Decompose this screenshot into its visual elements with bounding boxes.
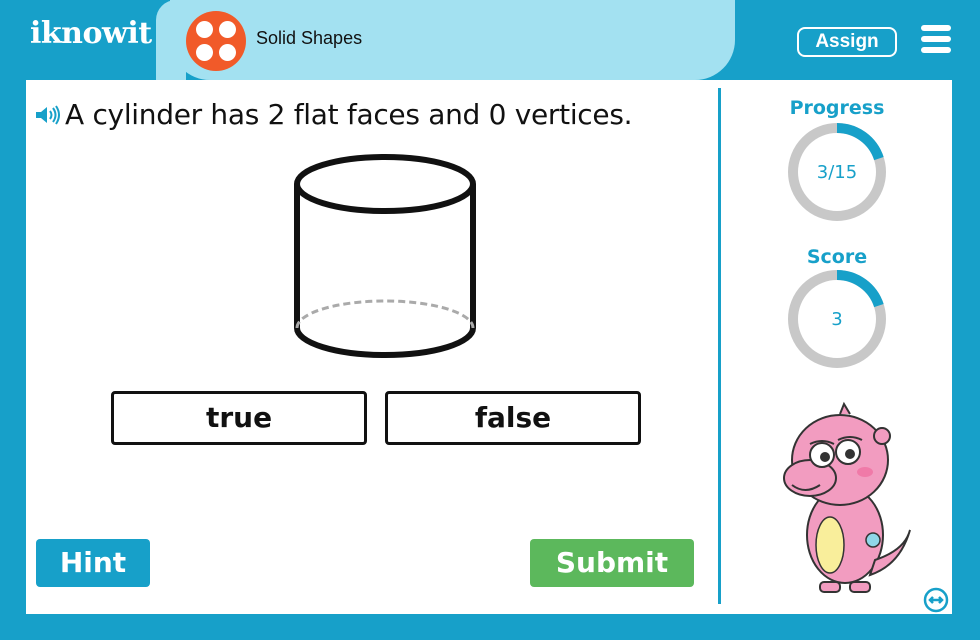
logo[interactable]: iknowit: [30, 16, 152, 51]
hamburger-menu-icon[interactable]: [921, 25, 951, 53]
dice-four-icon: [186, 11, 246, 71]
speaker-icon[interactable]: [34, 105, 62, 125]
score-value: 3: [831, 309, 843, 330]
score-label: Score: [806, 246, 868, 268]
topic-title-pill: [156, 0, 735, 80]
cylinder-top-face: [294, 154, 476, 214]
pink-monster-mascot: [783, 401, 911, 593]
sidebar-divider: [718, 88, 721, 604]
answer-true-button[interactable]: true: [111, 391, 367, 445]
question-text: A cylinder has 2 flat faces and 0 vertic…: [65, 98, 633, 131]
top-bar: iknowit Solid Shapes Assign: [0, 0, 980, 80]
cylinder-hidden-edge: [295, 299, 475, 329]
progress-label: Progress: [789, 97, 885, 119]
cylinder-bottom-face: [294, 327, 476, 358]
cylinder-figure: [294, 154, 476, 358]
expand-arrows-icon[interactable]: [923, 587, 949, 613]
answer-false-button[interactable]: false: [385, 391, 641, 445]
assign-button[interactable]: Assign: [797, 27, 897, 57]
topic-title: Solid Shapes: [256, 28, 363, 48]
submit-button[interactable]: Submit: [530, 539, 694, 587]
hint-button[interactable]: Hint: [36, 539, 150, 587]
progress-value: 3/15: [816, 162, 858, 183]
question: A cylinder has 2 flat faces and 0 vertic…: [34, 98, 633, 131]
logo-text: iknowit: [30, 16, 152, 51]
